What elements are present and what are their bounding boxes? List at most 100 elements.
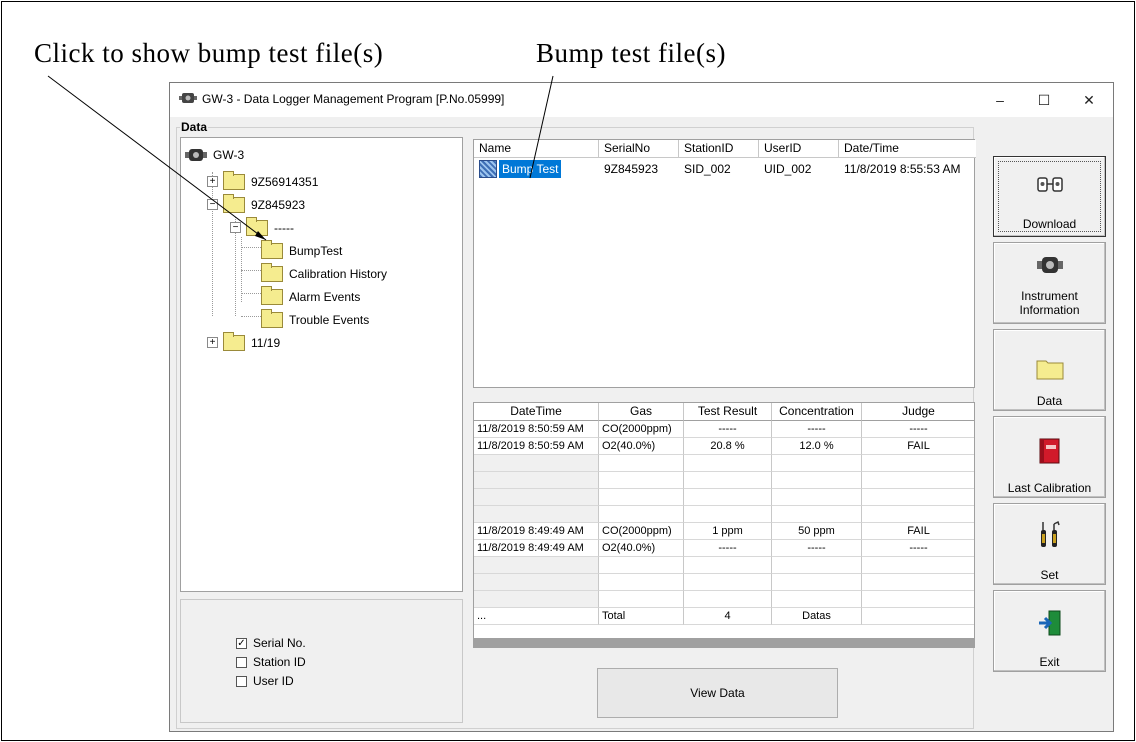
column-header-datetime[interactable]: Date/Time: [839, 140, 976, 158]
grid-header-datetime[interactable]: DateTime: [474, 403, 599, 421]
user-id-checkbox[interactable]: [236, 675, 247, 687]
close-button[interactable]: ✕: [1067, 83, 1111, 117]
grid-cell-concentration: [772, 472, 862, 489]
instrument-information-button[interactable]: Instrument Information: [993, 242, 1106, 324]
grid-cell-datetime: 11/8/2019 8:50:59 AM: [474, 438, 599, 455]
tree-node-alarm-events[interactable]: Alarm Events: [261, 286, 360, 306]
column-header-serialno[interactable]: SerialNo: [599, 140, 679, 158]
folder-icon: [261, 286, 283, 305]
station-id-option[interactable]: Station ID: [236, 655, 306, 669]
tree-node-bumptest[interactable]: BumpTest: [261, 240, 343, 260]
user-id-option[interactable]: User ID: [236, 674, 294, 688]
tree-expand-toggle[interactable]: +: [207, 337, 218, 348]
folder-icon: [261, 263, 283, 282]
grid-cell-datetime: [474, 455, 599, 472]
last-calibration-button[interactable]: Last Calibration: [993, 416, 1106, 498]
grid-cell-concentration: [772, 455, 862, 472]
folder-icon: [261, 309, 283, 328]
book-icon: [1039, 438, 1059, 464]
station-id-checkbox[interactable]: [236, 656, 247, 668]
tree-node-9z56914351[interactable]: 9Z56914351: [223, 171, 318, 191]
grid-header-test-result[interactable]: Test Result: [684, 403, 772, 421]
file-station: SID_002: [684, 162, 731, 176]
column-header-userid[interactable]: UserID: [759, 140, 839, 158]
exit-button[interactable]: Exit: [993, 590, 1106, 672]
grid-cell-test-result: -----: [684, 421, 772, 438]
serial-no-checkbox[interactable]: ✓: [236, 637, 247, 649]
data-tree-view[interactable]: GW-3 + 9Z56914351 − 9Z845923 − ----- Bum…: [180, 137, 463, 592]
tree-connector: [212, 172, 213, 316]
grid-cell-test-result: [684, 506, 772, 523]
tree-expand-toggle[interactable]: +: [207, 176, 218, 187]
tree-label: BumpTest: [289, 244, 343, 258]
tree-label: 11/19: [251, 336, 281, 350]
bump-test-result-grid[interactable]: DateTime Gas Test Result Concentration Judge…: [473, 402, 975, 648]
grid-cell-concentration: -----: [772, 421, 862, 438]
tree-node-11-19[interactable]: 11/19: [223, 332, 281, 352]
minimize-button[interactable]: –: [978, 83, 1022, 117]
tree-collapse-toggle[interactable]: −: [230, 222, 241, 233]
tree-node-calibration-history[interactable]: Calibration History: [261, 263, 388, 283]
button-label: Information: [1019, 303, 1080, 317]
download-icon: [1036, 177, 1063, 192]
grid-scroll-bar[interactable]: [474, 638, 974, 647]
grid-cell-datetime: [474, 557, 599, 574]
data-button[interactable]: Data: [993, 329, 1106, 411]
grid-cell-judge: -----: [862, 421, 974, 438]
tree-label: 9Z845923: [251, 198, 306, 212]
tree-label: GW-3: [213, 148, 245, 162]
bump-test-file-item[interactable]: Bump Test: [499, 160, 562, 178]
grid-cell-gas: O2(40.0%): [599, 540, 684, 557]
grid-cell-judge: [862, 472, 974, 489]
display-options-panel: ✓ Serial No. Station ID User ID: [180, 599, 463, 723]
grid-cell-judge: [862, 557, 974, 574]
grid-cell-datetime: 11/8/2019 8:49:49 AM: [474, 523, 599, 540]
grid-cell-datetime: [474, 591, 599, 608]
grid-cell-datetime: [474, 506, 599, 523]
grid-cell-concentration: 50 ppm: [772, 523, 862, 540]
grid-cell-test-result: [684, 591, 772, 608]
folder-icon: [246, 217, 268, 236]
tree-label: Calibration History: [289, 267, 388, 281]
tree-node-9z845923[interactable]: 9Z845923: [223, 194, 306, 214]
button-label: Exit: [1039, 655, 1060, 669]
app-window: GW-3 - Data Logger Management Program [P…: [169, 82, 1114, 732]
grid-cell-judge: [862, 455, 974, 472]
maximize-button[interactable]: ☐: [1022, 83, 1066, 117]
bump-test-file-list[interactable]: Name SerialNo StationID UserID Date/Time…: [473, 139, 976, 388]
tree-node-dashes[interactable]: -----: [246, 217, 294, 237]
option-label: User ID: [253, 674, 294, 688]
grid-cell-datetime: [474, 489, 599, 506]
download-button[interactable]: Download: [993, 156, 1106, 237]
grid-cell-concentration: [772, 557, 862, 574]
folder-icon: [1036, 360, 1063, 380]
tree-root-gw3[interactable]: GW-3: [185, 146, 244, 164]
grid-cell-datetime: [474, 472, 599, 489]
tree-node-trouble-events[interactable]: Trouble Events: [261, 309, 369, 329]
grid-header-judge[interactable]: Judge: [862, 403, 974, 421]
grid-cell-datetime: 11/8/2019 8:50:59 AM: [474, 421, 599, 438]
grid-cell-datetime: ...: [474, 608, 599, 625]
serial-no-option[interactable]: ✓ Serial No.: [236, 636, 306, 650]
button-label: Set: [1040, 568, 1059, 582]
grid-cell-judge: FAIL: [862, 438, 974, 455]
grid-header-gas[interactable]: Gas: [599, 403, 684, 421]
grid-cell-gas: [599, 472, 684, 489]
grid-cell-concentration: 12.0 %: [772, 438, 862, 455]
button-label: Download: [1022, 217, 1077, 231]
title-bar: GW-3 - Data Logger Management Program [P…: [170, 83, 1113, 117]
grid-cell-judge: -----: [862, 540, 974, 557]
column-header-name[interactable]: Name: [474, 140, 599, 158]
set-button[interactable]: Set: [993, 503, 1106, 585]
button-label: Last Calibration: [1007, 481, 1092, 495]
column-header-stationid[interactable]: StationID: [679, 140, 759, 158]
data-group-label: Data: [180, 120, 209, 134]
grid-cell-concentration: [772, 489, 862, 506]
grid-header-concentration[interactable]: Concentration: [772, 403, 862, 421]
callout-bump-test-files: Bump test file(s): [536, 38, 726, 68]
view-data-button[interactable]: View Data: [597, 668, 838, 718]
grid-cell-judge: [862, 574, 974, 591]
callout-show-bump-test: Click to show bump test file(s): [34, 38, 384, 68]
tree-collapse-toggle[interactable]: −: [207, 199, 218, 210]
grid-cell-concentration: [772, 574, 862, 591]
